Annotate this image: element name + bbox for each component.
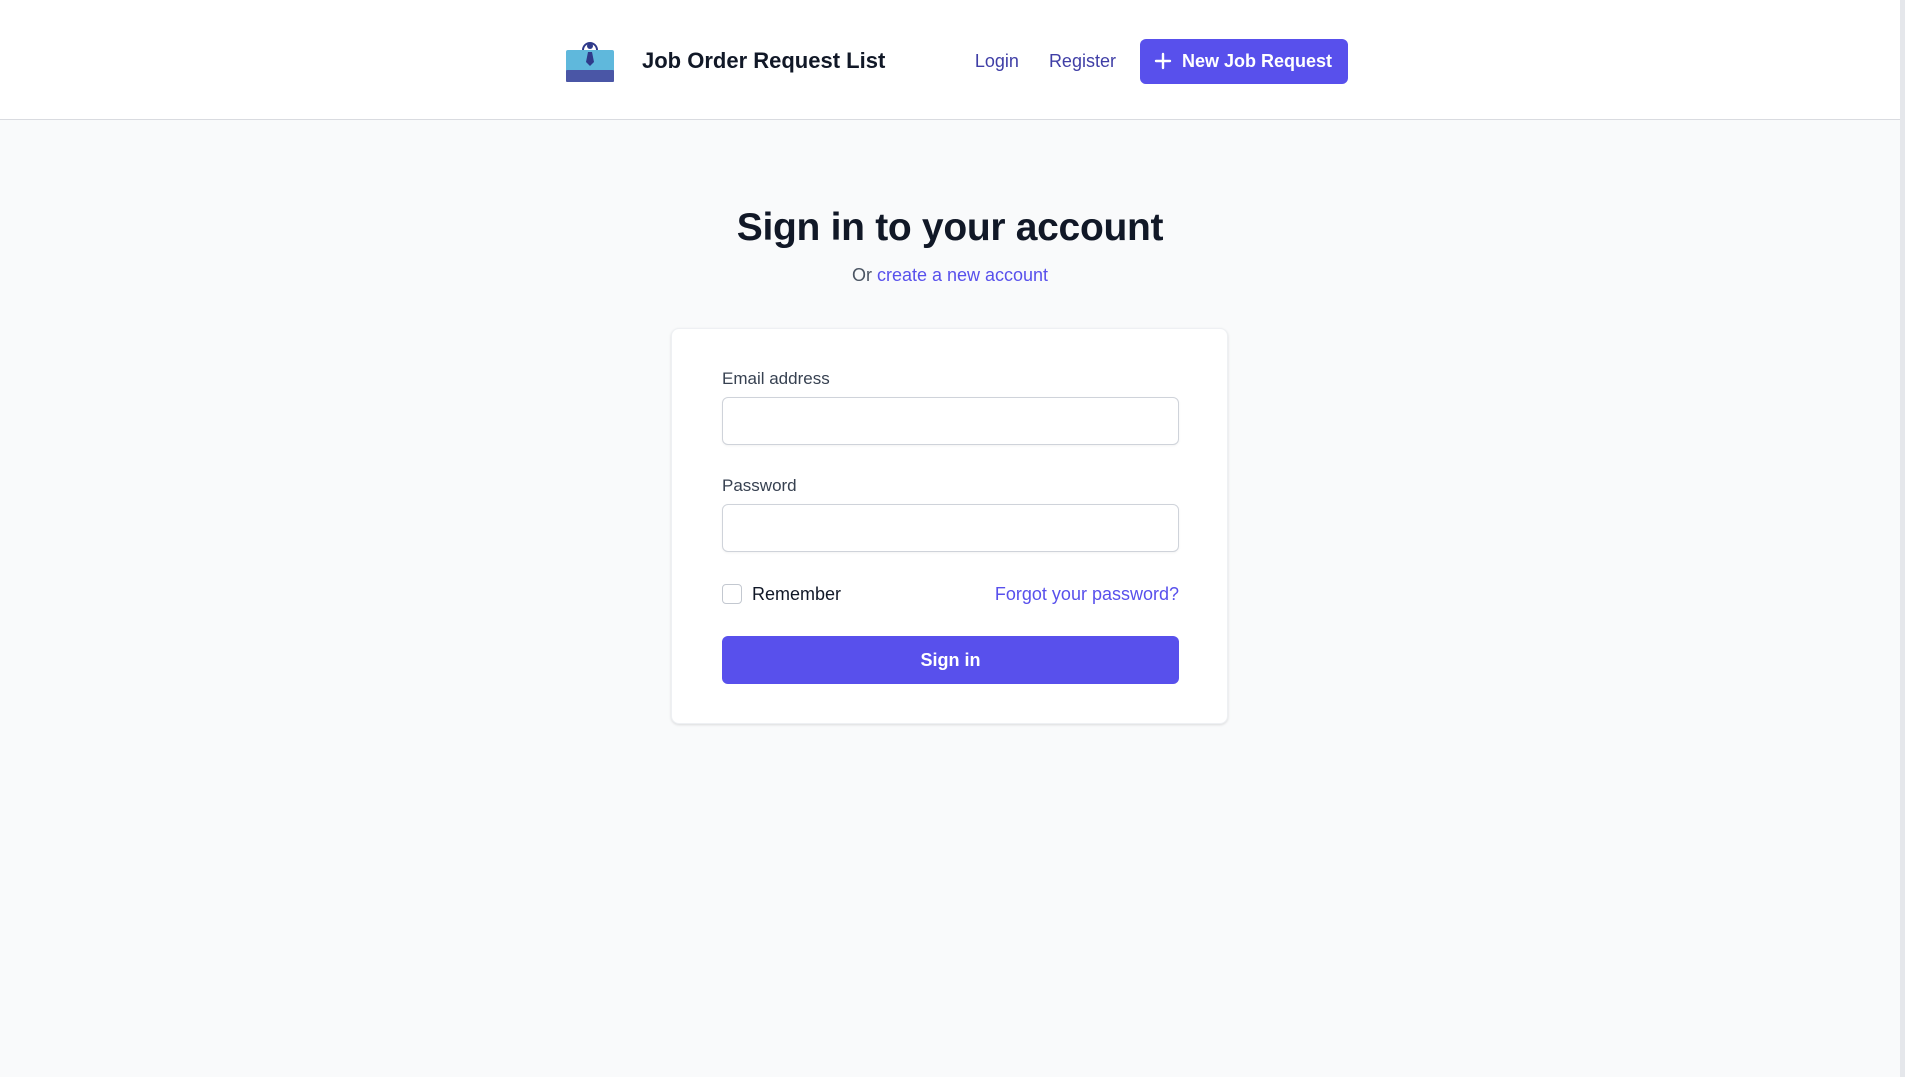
scrollbar[interactable]: [1900, 0, 1905, 1077]
new-job-request-label: New Job Request: [1181, 50, 1332, 71]
register-link[interactable]: Register: [1049, 51, 1116, 72]
password-field[interactable]: [722, 504, 1179, 552]
remember-row: Remember Forgot your password?: [722, 581, 1179, 607]
plus-icon: [1154, 52, 1172, 70]
remember-label[interactable]: Remember: [752, 584, 841, 605]
new-job-request-button[interactable]: New Job Request: [1139, 38, 1348, 84]
page-title: Sign in to your account: [736, 206, 1164, 249]
email-label: Email address: [722, 369, 830, 388]
remember-checkbox[interactable]: [722, 584, 742, 604]
sign-in-button[interactable]: Sign in: [722, 636, 1179, 684]
nav-links: Login Register New Job Request: [975, 38, 1348, 84]
forgot-password-link[interactable]: Forgot your password?: [995, 584, 1179, 605]
create-account-link[interactable]: create a new account: [877, 265, 1048, 285]
password-label: Password: [722, 476, 797, 495]
subtitle-prefix: Or: [851, 265, 872, 285]
email-field[interactable]: [722, 397, 1179, 445]
subtitle: Or create a new account: [0, 265, 1900, 286]
login-card: Email address Password Remember Forgot y…: [671, 328, 1228, 724]
page: Job Order Request List Login Register Ne…: [0, 0, 1905, 1077]
top-nav-inner: Job Order Request List Login Register Ne…: [566, 36, 1348, 86]
top-nav: Job Order Request List Login Register Ne…: [0, 0, 1900, 120]
app-title: Job Order Request List: [642, 48, 886, 73]
login-link[interactable]: Login: [975, 51, 1019, 72]
briefcase-person-icon[interactable]: [566, 40, 614, 82]
